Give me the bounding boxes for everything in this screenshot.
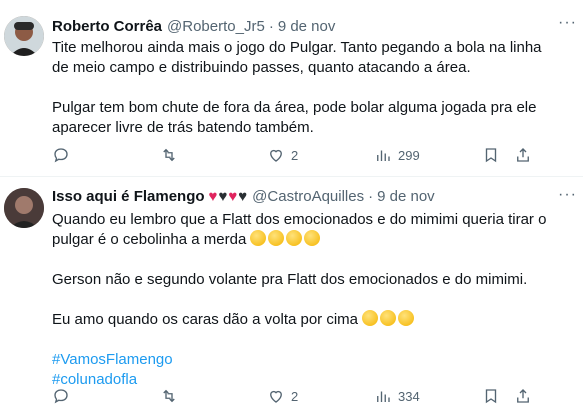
author-name[interactable]: Isso aqui é Flamengo bbox=[52, 188, 205, 205]
divider bbox=[0, 176, 583, 177]
like-count: 2 bbox=[291, 388, 299, 404]
views-button[interactable]: 334 bbox=[374, 387, 420, 405]
tweet-line: de meio campo e distribuindo passes, qua… bbox=[52, 59, 471, 76]
heart-emojis: ♥ ♥ ♥ ♥ bbox=[209, 189, 248, 204]
tweet-line: Quando eu lembro que a Flatt dos emocion… bbox=[52, 211, 547, 228]
like-icon bbox=[270, 390, 282, 403]
tweet-line: Eu amo quando os caras dão a volta por c… bbox=[52, 310, 574, 330]
bookmark-button[interactable] bbox=[482, 146, 500, 164]
tweet-date[interactable]: 9 de nov bbox=[278, 18, 336, 35]
red-heart-icon: ♥ bbox=[228, 188, 238, 205]
black-heart-icon: ♥ bbox=[218, 188, 228, 205]
shushing-face-emoji-icon bbox=[250, 230, 267, 246]
views-icon bbox=[377, 150, 390, 161]
action-bar: 2 334 bbox=[52, 386, 574, 406]
retweet-icon bbox=[163, 389, 175, 403]
reply-button[interactable] bbox=[52, 387, 70, 405]
grinning-sweat-emoji-icon bbox=[398, 310, 415, 326]
avatar[interactable] bbox=[4, 188, 44, 228]
avatar[interactable] bbox=[4, 16, 44, 56]
tweet-line: aparecer livre de trás batendo também. bbox=[52, 119, 314, 136]
author-handle[interactable]: @CastroAquilles bbox=[252, 188, 364, 205]
retweet-button[interactable] bbox=[160, 146, 178, 164]
separator: · bbox=[268, 18, 274, 35]
more-icon[interactable]: ··· bbox=[558, 14, 577, 32]
reply-icon bbox=[54, 389, 68, 404]
views-icon bbox=[377, 391, 390, 402]
view-count: 334 bbox=[398, 388, 420, 404]
more-icon[interactable]: ··· bbox=[558, 186, 577, 204]
share-button[interactable] bbox=[514, 387, 532, 405]
bookmark-icon bbox=[485, 389, 497, 404]
tweet-date[interactable]: 9 de nov bbox=[377, 188, 435, 205]
author-handle[interactable]: @Roberto_Jr5 bbox=[167, 18, 265, 35]
bookmark-icon bbox=[485, 148, 497, 163]
share-button[interactable] bbox=[514, 146, 532, 164]
retweet-button[interactable] bbox=[160, 387, 178, 405]
black-heart-icon: ♥ bbox=[238, 188, 248, 205]
author-name[interactable]: Roberto Corrêa bbox=[52, 18, 162, 35]
separator: · bbox=[368, 188, 374, 205]
tweet-text: Tite melhorou ainda mais o jogo do Pulga… bbox=[52, 38, 574, 138]
tweet[interactable]: Isso aqui é Flamengo ♥ ♥ ♥ ♥ @CastroAqui… bbox=[0, 178, 583, 410]
views-button[interactable]: 299 bbox=[374, 146, 420, 164]
view-count: 299 bbox=[398, 147, 420, 163]
like-button[interactable]: 2 bbox=[267, 387, 298, 405]
like-button[interactable]: 2 bbox=[267, 146, 298, 164]
reply-button[interactable] bbox=[52, 146, 70, 164]
retweet-icon bbox=[163, 148, 175, 162]
hashtag-link[interactable]: #VamosFlamengo bbox=[52, 350, 574, 370]
laughing-crying-emoji-icon bbox=[304, 230, 321, 246]
laughing-crying-emoji-icon bbox=[268, 230, 285, 246]
grinning-sweat-emoji-icon bbox=[380, 310, 397, 326]
action-bar: 2 299 bbox=[52, 145, 574, 165]
laughing-crying-emoji-icon bbox=[286, 230, 303, 246]
tweet-line: pulgar é o cebolinha a merda bbox=[52, 230, 574, 250]
tweet[interactable]: Roberto Corrêa @Roberto_Jr5 · 9 de nov ·… bbox=[0, 0, 583, 178]
red-heart-icon: ♥ bbox=[208, 188, 218, 205]
shushing-face-emoji-icon bbox=[362, 310, 379, 326]
share-icon bbox=[517, 148, 529, 162]
like-icon bbox=[270, 149, 282, 162]
tweet-line-text: pulgar é o cebolinha a merda bbox=[52, 231, 247, 248]
tweet-line: Gerson não e segundo volante pra Flatt d… bbox=[52, 271, 528, 288]
tweet-line: Tite melhorou ainda mais o jogo do Pulga… bbox=[52, 39, 542, 56]
tweet-line-text: Eu amo quando os caras dão a volta por c… bbox=[52, 311, 359, 328]
share-icon bbox=[517, 389, 529, 403]
reply-icon bbox=[54, 148, 68, 163]
bookmark-button[interactable] bbox=[482, 387, 500, 405]
tweet-text: Quando eu lembro que a Flatt dos emocion… bbox=[52, 210, 574, 390]
like-count: 2 bbox=[291, 147, 299, 163]
tweet-line: Pulgar tem bom chute de fora da área, po… bbox=[52, 99, 537, 116]
